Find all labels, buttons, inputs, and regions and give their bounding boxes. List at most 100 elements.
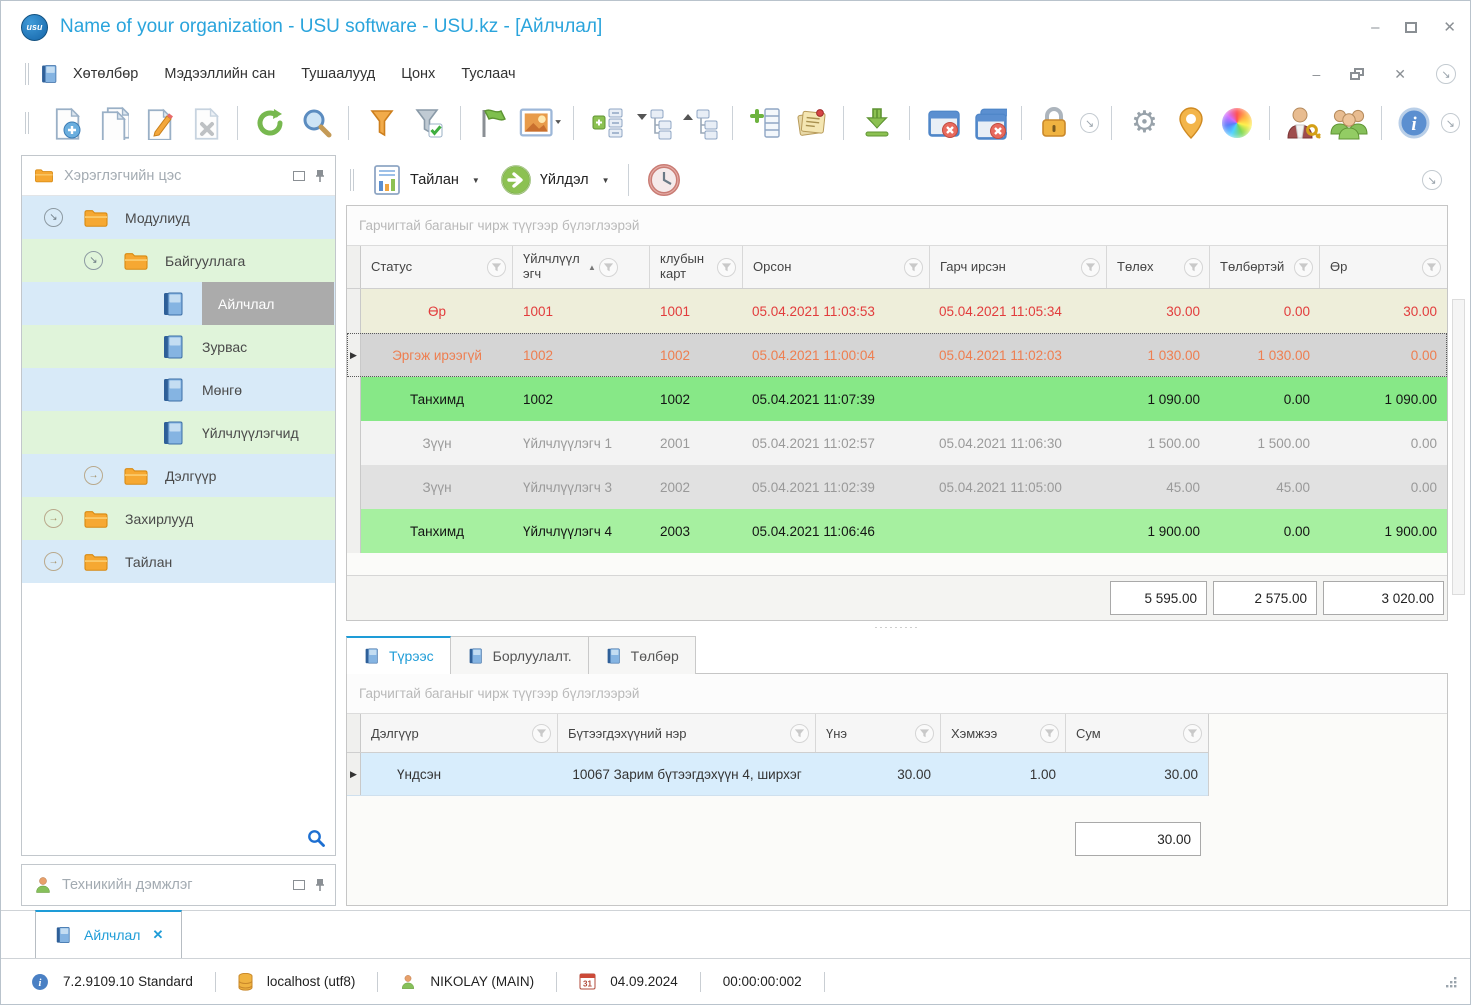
delete-document-icon[interactable] bbox=[184, 102, 224, 144]
tree-item-messages[interactable]: Зурвас bbox=[22, 325, 335, 368]
grid-row[interactable]: Танхимд Үйлчлүүлэгч 4 2003 05.04.2021 11:06… bbox=[347, 509, 1447, 553]
vertical-scrollbar[interactable] bbox=[1452, 299, 1465, 595]
tree-item-reports[interactable]: → Тайлан bbox=[22, 540, 335, 583]
report-menu-button[interactable]: Тайлан bbox=[410, 172, 459, 188]
expand-node-icon[interactable]: → bbox=[44, 552, 63, 571]
edit-document-icon[interactable] bbox=[138, 102, 178, 144]
collapse-tree-icon[interactable] bbox=[633, 102, 673, 144]
color-wheel-icon[interactable] bbox=[1217, 102, 1257, 144]
collapse-node-icon[interactable]: ↘ bbox=[44, 208, 63, 227]
column-card[interactable]: клубын карт bbox=[650, 246, 743, 288]
image-view-icon[interactable] bbox=[519, 102, 562, 144]
clock-icon[interactable] bbox=[647, 163, 681, 197]
column-qty[interactable]: Хэмжээ bbox=[941, 714, 1066, 752]
user-permissions-icon[interactable] bbox=[1282, 102, 1322, 144]
close-window-icon[interactable] bbox=[922, 102, 962, 144]
filter-apply-icon[interactable] bbox=[408, 102, 448, 144]
copy-document-icon[interactable] bbox=[91, 102, 131, 144]
float-panel-icon[interactable] bbox=[293, 880, 305, 890]
mdi-restore-button[interactable] bbox=[1350, 68, 1365, 80]
filter-icon[interactable] bbox=[915, 723, 934, 743]
maximize-button[interactable] bbox=[1405, 21, 1418, 33]
column-status[interactable]: Статус bbox=[361, 246, 513, 288]
tree-search-icon[interactable] bbox=[307, 829, 325, 847]
column-sum[interactable]: Сум bbox=[1066, 714, 1208, 752]
menu-database[interactable]: Мэдээллийн сан bbox=[164, 66, 275, 82]
tree-item-organization[interactable]: ↘ Байгууллага bbox=[22, 239, 335, 282]
column-exited[interactable]: Гарч ирсэн bbox=[930, 246, 1107, 288]
column-product[interactable]: Бүтээгдэхүүний нэр bbox=[558, 714, 816, 752]
column-price[interactable]: Үнэ bbox=[816, 714, 941, 752]
filter-icon[interactable] bbox=[598, 257, 618, 277]
expand-list-icon[interactable] bbox=[586, 102, 626, 144]
new-document-icon[interactable] bbox=[45, 102, 85, 144]
float-panel-icon[interactable] bbox=[293, 170, 305, 181]
notes-icon[interactable] bbox=[791, 102, 831, 144]
group-by-hint[interactable]: Гарчигтай баганыг чирж түүгээр бүлэглээр… bbox=[347, 206, 1447, 246]
menu-commands[interactable]: Тушаалууд bbox=[301, 66, 375, 82]
action-menu-button[interactable]: Үйлдэл bbox=[540, 172, 589, 188]
pin-panel-icon[interactable] bbox=[315, 169, 325, 183]
search-icon[interactable] bbox=[296, 102, 336, 144]
expand-node-icon[interactable]: → bbox=[44, 509, 63, 528]
minimize-button[interactable]: – bbox=[1371, 19, 1379, 36]
pin-panel-icon[interactable] bbox=[315, 878, 325, 892]
filter-icon[interactable] bbox=[1183, 723, 1202, 743]
mdi-minimize-button[interactable]: – bbox=[1312, 66, 1320, 82]
tab-rent[interactable]: Түрээс bbox=[346, 636, 451, 674]
expand-node-icon[interactable]: → bbox=[84, 466, 103, 485]
menu-program[interactable]: Хөтөлбөр bbox=[73, 66, 138, 82]
flag-icon[interactable] bbox=[473, 102, 513, 144]
filter-icon[interactable] bbox=[790, 723, 809, 743]
grid-row-selected[interactable]: ▶ Эргэж ирээгүй 1002 1002 05.04.2021 11:00:… bbox=[347, 333, 1447, 377]
add-row-icon[interactable] bbox=[745, 102, 785, 144]
filter-icon[interactable] bbox=[1294, 257, 1313, 277]
tree-item-money[interactable]: Мөнгө bbox=[22, 368, 335, 411]
detail-row-selected[interactable]: ▶ Үндсэн 10067 Зарим бүтээгдэхүүн 4, шир… bbox=[347, 753, 1208, 796]
filter-icon[interactable] bbox=[717, 257, 736, 277]
grid-row[interactable]: Өр 1001 1001 05.04.2021 11:03:53 05.04.2021 … bbox=[347, 289, 1447, 333]
grid-row[interactable]: Танхимд 1002 1002 05.04.2021 11:07:39 1 090.… bbox=[347, 377, 1447, 421]
info-icon[interactable]: i bbox=[1394, 102, 1434, 144]
toolbar-overflow-icon[interactable]: ↘ bbox=[1079, 113, 1100, 133]
location-pin-icon[interactable] bbox=[1171, 102, 1211, 144]
column-client[interactable]: Үйлчлүүлэгч ▲ bbox=[513, 246, 650, 288]
collapse-node-icon[interactable]: ↘ bbox=[84, 251, 103, 270]
mdi-close-button[interactable]: ✕ bbox=[1394, 66, 1406, 83]
tab-sales[interactable]: Борлуулалт. bbox=[450, 636, 589, 674]
tree-item-visits-selected[interactable]: Айлчлал bbox=[22, 282, 335, 325]
filter-icon[interactable] bbox=[1081, 257, 1100, 277]
filter-icon[interactable] bbox=[532, 723, 551, 743]
filter-icon[interactable] bbox=[487, 257, 506, 277]
menu-overflow-button[interactable]: ↘ bbox=[1436, 64, 1456, 84]
export-download-icon[interactable] bbox=[856, 102, 896, 144]
column-paid[interactable]: Төлбөртэй bbox=[1210, 246, 1320, 288]
users-group-icon[interactable] bbox=[1329, 102, 1369, 144]
menu-window[interactable]: Цонх bbox=[401, 66, 435, 82]
run-action-icon[interactable] bbox=[500, 164, 532, 196]
close-button[interactable]: ✕ bbox=[1443, 18, 1456, 36]
doc-tab-visits[interactable]: Айлчлал ✕ bbox=[35, 910, 183, 958]
column-debt[interactable]: Өр bbox=[1320, 246, 1447, 288]
menu-help[interactable]: Туслаач bbox=[461, 66, 515, 82]
group-by-hint[interactable]: Гарчигтай баганыг чирж түүгээр бүлэглээр… bbox=[347, 674, 1447, 714]
filter-icon[interactable] bbox=[361, 102, 401, 144]
grid-row[interactable]: Зүүн Үйлчлүүлэгч 3 2002 05.04.2021 11:02:39… bbox=[347, 465, 1447, 509]
close-all-windows-icon[interactable] bbox=[968, 102, 1008, 144]
column-shop[interactable]: Дэлгүүр bbox=[361, 714, 558, 752]
tree-item-clients[interactable]: Үйлчлүүлэгчид bbox=[22, 411, 335, 454]
close-tab-icon[interactable]: ✕ bbox=[152, 927, 163, 943]
tab-payment[interactable]: Төлбөр bbox=[588, 636, 696, 674]
toolbar-overflow-icon[interactable]: ↘ bbox=[1440, 113, 1460, 133]
lock-icon[interactable] bbox=[1034, 102, 1074, 144]
grid-row[interactable]: Зүүн Үйлчлүүлэгч 1 2001 05.04.2021 11:02:57… bbox=[347, 421, 1447, 465]
splitter-handle[interactable]: ········· bbox=[346, 621, 1448, 633]
settings-gear-icon[interactable]: ⚙ bbox=[1124, 102, 1164, 144]
filter-icon[interactable] bbox=[1422, 257, 1441, 277]
column-pay[interactable]: Төлөх bbox=[1107, 246, 1210, 288]
panel-overflow-icon[interactable]: ↘ bbox=[1422, 170, 1442, 190]
filter-icon[interactable] bbox=[1184, 257, 1203, 277]
filter-icon[interactable] bbox=[904, 257, 923, 277]
tree-item-shop[interactable]: → Дэлгүүр bbox=[22, 454, 335, 497]
column-entered[interactable]: Орсон bbox=[743, 246, 930, 288]
